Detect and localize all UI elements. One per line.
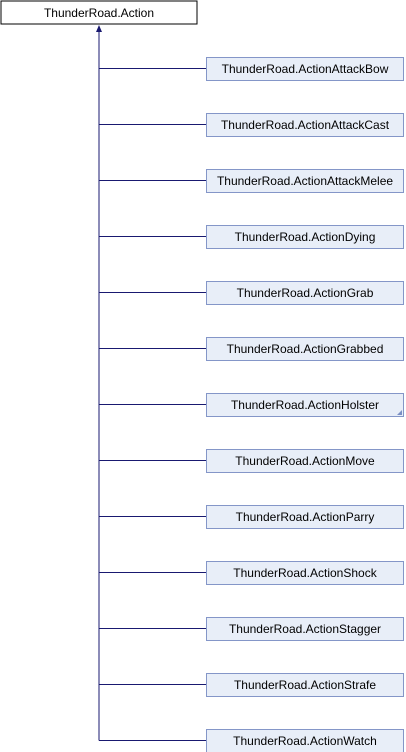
derived-class-label: ThunderRoad.ActionWatch <box>233 734 377 748</box>
derived-class-label: ThunderRoad.ActionShock <box>233 566 377 580</box>
derived-class-node[interactable]: ThunderRoad.ActionShock <box>206 561 404 585</box>
derived-class-node[interactable]: ThunderRoad.ActionAttackCast <box>206 113 404 137</box>
derived-class-label: ThunderRoad.ActionStrafe <box>234 678 376 692</box>
derived-class-label: ThunderRoad.ActionStagger <box>229 622 381 636</box>
derived-class-label: ThunderRoad.ActionAttackMelee <box>217 174 393 188</box>
derived-class-label: ThunderRoad.ActionGrabbed <box>227 342 384 356</box>
derived-class-node[interactable]: ThunderRoad.ActionStagger <box>206 617 404 641</box>
derived-class-node[interactable]: ThunderRoad.ActionHolster <box>206 393 404 417</box>
base-class-label: ThunderRoad.Action <box>44 6 154 20</box>
derived-class-node[interactable]: ThunderRoad.ActionAttackBow <box>206 57 404 81</box>
derived-class-label: ThunderRoad.ActionParry <box>236 510 375 524</box>
derived-class-node[interactable]: ThunderRoad.ActionGrabbed <box>206 337 404 361</box>
derived-class-label: ThunderRoad.ActionDying <box>235 230 376 244</box>
derived-class-node[interactable]: ThunderRoad.ActionGrab <box>206 281 404 305</box>
inheritance-edges <box>96 25 206 741</box>
derived-class-node[interactable]: ThunderRoad.ActionStrafe <box>206 673 404 697</box>
derived-class-label: ThunderRoad.ActionHolster <box>231 398 379 412</box>
inheritance-diagram: ThunderRoad.Action ThunderRoad.ActionAtt… <box>0 0 404 752</box>
derived-class-node[interactable]: ThunderRoad.ActionMove <box>206 449 404 473</box>
derived-class-node[interactable]: ThunderRoad.ActionAttackMelee <box>206 169 404 193</box>
derived-class-label: ThunderRoad.ActionMove <box>235 454 375 468</box>
derived-class-nodes: ThunderRoad.ActionAttackBow ThunderRoad.A… <box>206 57 404 752</box>
derived-class-label: ThunderRoad.ActionGrab <box>237 286 374 300</box>
base-class-node[interactable]: ThunderRoad.Action <box>0 0 198 25</box>
derived-class-label: ThunderRoad.ActionAttackBow <box>222 62 389 76</box>
derived-class-node[interactable]: ThunderRoad.ActionDying <box>206 225 404 249</box>
inheritance-arrowhead <box>96 25 102 32</box>
derived-class-label: ThunderRoad.ActionAttackCast <box>221 118 390 132</box>
derived-class-node[interactable]: ThunderRoad.ActionParry <box>206 505 404 529</box>
derived-class-node[interactable]: ThunderRoad.ActionWatch <box>206 729 404 752</box>
